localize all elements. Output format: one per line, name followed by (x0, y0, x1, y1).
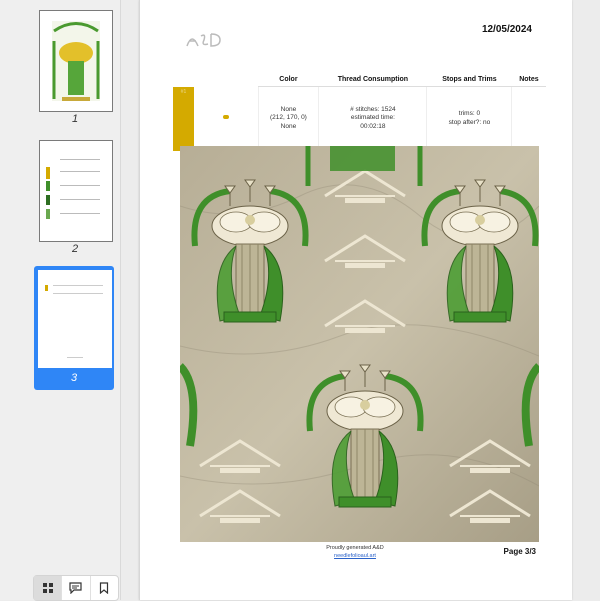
thumbnail-1-number: 1 (71, 113, 79, 125)
thumbnail-sidebar: 1 2 3 (0, 0, 121, 601)
page-thumbnail-3[interactable] (38, 270, 112, 368)
comments-button[interactable] (62, 576, 91, 600)
thread-preview (194, 87, 258, 151)
notes-cell (511, 86, 546, 151)
page-thumbnail-2[interactable] (39, 140, 113, 242)
page-footer: Proudly generated A&D needlefolioaul.art (280, 545, 430, 560)
grid-icon (42, 583, 53, 593)
brand-logo (186, 33, 221, 47)
sidebar-toolbar (33, 575, 119, 601)
page-number: Page 3/3 (503, 547, 536, 556)
thumbnail-2-number: 2 (71, 243, 79, 255)
color-rgb: (212, 170, 0) (269, 114, 307, 122)
thread-preview-icon (222, 115, 229, 120)
color-name: None (280, 105, 297, 113)
generated-by: Proudly generated A&D (326, 545, 384, 551)
stop-after: stop after?: no (448, 118, 491, 126)
col-stops-trims: Stops and Trims (426, 73, 512, 87)
comment-icon (69, 582, 83, 594)
col-thread-consumption: Thread Consumption (318, 73, 427, 87)
bookmark-icon (100, 582, 109, 594)
col-notes: Notes (511, 73, 546, 87)
time-label: estimated time: (350, 114, 395, 122)
consumption-cell: # stitches: 1524 estimated time: 00:02:1… (318, 86, 427, 151)
thumbnail-2-preview (40, 141, 112, 241)
bookmarks-button[interactable] (91, 576, 118, 600)
thumbnail-3-number: 3 (70, 372, 78, 384)
footer-link[interactable]: needlefolioaul.art (280, 553, 430, 561)
thread-stats-table: Color Thread Consumption Stops and Trims… (173, 73, 546, 151)
row-index: #1 (180, 88, 187, 95)
report-date: 12/05/2024 (481, 24, 532, 35)
grid-view-button[interactable] (34, 576, 63, 600)
stops-cell: trims: 0 stop after?: no (426, 86, 512, 151)
color-cell: None (212, 170, 0) None (257, 86, 319, 151)
thumbnail-1-preview (40, 11, 112, 111)
stitch-count: # stitches: 1524 (350, 105, 396, 113)
thumbnail-3-preview (39, 271, 111, 367)
time-value: 00:02:18 (360, 123, 386, 131)
thread-color-swatch: #1 (173, 86, 194, 151)
col-color: Color (258, 73, 319, 87)
trims-count: trims: 0 (458, 109, 481, 117)
document-page: 12/05/2024 Color Thread Consumption Stop… (139, 0, 572, 600)
embroidery-design-image (180, 146, 539, 542)
color-extra: None (280, 123, 297, 131)
page-thumbnail-3-selected[interactable]: 3 (34, 266, 114, 390)
table-row: #1 None (212, 170, 0) None # stitches: 1… (173, 86, 546, 151)
page-thumbnail-1[interactable] (39, 10, 113, 112)
